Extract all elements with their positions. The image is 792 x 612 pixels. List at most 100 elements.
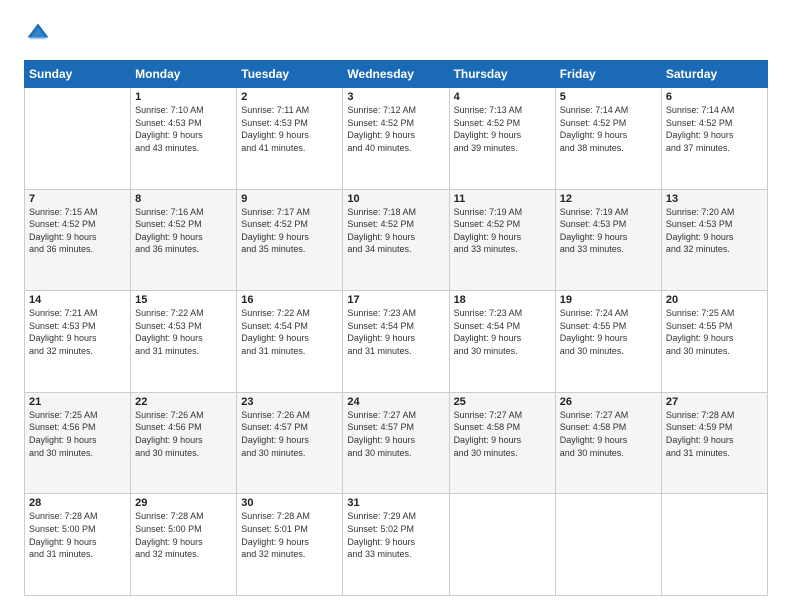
header [24,20,768,48]
calendar-cell: 30Sunrise: 7:28 AM Sunset: 5:01 PM Dayli… [237,494,343,596]
day-info: Sunrise: 7:15 AM Sunset: 4:52 PM Dayligh… [29,206,126,256]
day-info: Sunrise: 7:13 AM Sunset: 4:52 PM Dayligh… [454,104,551,154]
calendar-cell: 22Sunrise: 7:26 AM Sunset: 4:56 PM Dayli… [131,392,237,494]
calendar-cell: 17Sunrise: 7:23 AM Sunset: 4:54 PM Dayli… [343,291,449,393]
day-info: Sunrise: 7:14 AM Sunset: 4:52 PM Dayligh… [666,104,763,154]
calendar-cell: 16Sunrise: 7:22 AM Sunset: 4:54 PM Dayli… [237,291,343,393]
calendar-cell [449,494,555,596]
day-number: 26 [560,396,657,408]
weekday-header: Friday [555,61,661,88]
day-number: 31 [347,497,444,509]
calendar-cell: 27Sunrise: 7:28 AM Sunset: 4:59 PM Dayli… [661,392,767,494]
day-number: 13 [666,193,763,205]
day-info: Sunrise: 7:16 AM Sunset: 4:52 PM Dayligh… [135,206,232,256]
calendar-cell: 12Sunrise: 7:19 AM Sunset: 4:53 PM Dayli… [555,189,661,291]
day-number: 11 [454,193,551,205]
day-number: 29 [135,497,232,509]
weekday-header: Wednesday [343,61,449,88]
calendar-cell: 5Sunrise: 7:14 AM Sunset: 4:52 PM Daylig… [555,88,661,190]
calendar-cell: 23Sunrise: 7:26 AM Sunset: 4:57 PM Dayli… [237,392,343,494]
logo [24,20,56,48]
day-number: 17 [347,294,444,306]
calendar-header-row: SundayMondayTuesdayWednesdayThursdayFrid… [25,61,768,88]
calendar-cell: 24Sunrise: 7:27 AM Sunset: 4:57 PM Dayli… [343,392,449,494]
calendar-cell [661,494,767,596]
day-number: 10 [347,193,444,205]
weekday-header: Thursday [449,61,555,88]
day-info: Sunrise: 7:11 AM Sunset: 4:53 PM Dayligh… [241,104,338,154]
calendar-cell: 26Sunrise: 7:27 AM Sunset: 4:58 PM Dayli… [555,392,661,494]
day-info: Sunrise: 7:29 AM Sunset: 5:02 PM Dayligh… [347,510,444,560]
calendar-cell: 18Sunrise: 7:23 AM Sunset: 4:54 PM Dayli… [449,291,555,393]
weekday-header: Sunday [25,61,131,88]
calendar-cell: 13Sunrise: 7:20 AM Sunset: 4:53 PM Dayli… [661,189,767,291]
day-info: Sunrise: 7:22 AM Sunset: 4:53 PM Dayligh… [135,307,232,357]
day-info: Sunrise: 7:24 AM Sunset: 4:55 PM Dayligh… [560,307,657,357]
day-number: 20 [666,294,763,306]
day-info: Sunrise: 7:18 AM Sunset: 4:52 PM Dayligh… [347,206,444,256]
day-info: Sunrise: 7:23 AM Sunset: 4:54 PM Dayligh… [454,307,551,357]
calendar-week-row: 21Sunrise: 7:25 AM Sunset: 4:56 PM Dayli… [25,392,768,494]
calendar-cell: 20Sunrise: 7:25 AM Sunset: 4:55 PM Dayli… [661,291,767,393]
calendar-cell: 14Sunrise: 7:21 AM Sunset: 4:53 PM Dayli… [25,291,131,393]
calendar-cell: 15Sunrise: 7:22 AM Sunset: 4:53 PM Dayli… [131,291,237,393]
day-info: Sunrise: 7:27 AM Sunset: 4:57 PM Dayligh… [347,409,444,459]
day-number: 15 [135,294,232,306]
calendar-cell: 4Sunrise: 7:13 AM Sunset: 4:52 PM Daylig… [449,88,555,190]
calendar-cell: 28Sunrise: 7:28 AM Sunset: 5:00 PM Dayli… [25,494,131,596]
day-number: 14 [29,294,126,306]
calendar-cell: 6Sunrise: 7:14 AM Sunset: 4:52 PM Daylig… [661,88,767,190]
calendar-week-row: 14Sunrise: 7:21 AM Sunset: 4:53 PM Dayli… [25,291,768,393]
day-info: Sunrise: 7:26 AM Sunset: 4:57 PM Dayligh… [241,409,338,459]
calendar-cell: 21Sunrise: 7:25 AM Sunset: 4:56 PM Dayli… [25,392,131,494]
day-info: Sunrise: 7:25 AM Sunset: 4:56 PM Dayligh… [29,409,126,459]
day-number: 8 [135,193,232,205]
calendar-cell [25,88,131,190]
calendar-cell: 8Sunrise: 7:16 AM Sunset: 4:52 PM Daylig… [131,189,237,291]
day-number: 2 [241,91,338,103]
day-number: 5 [560,91,657,103]
day-number: 6 [666,91,763,103]
calendar-cell: 1Sunrise: 7:10 AM Sunset: 4:53 PM Daylig… [131,88,237,190]
calendar-cell: 9Sunrise: 7:17 AM Sunset: 4:52 PM Daylig… [237,189,343,291]
day-info: Sunrise: 7:27 AM Sunset: 4:58 PM Dayligh… [454,409,551,459]
calendar-table: SundayMondayTuesdayWednesdayThursdayFrid… [24,60,768,596]
day-number: 27 [666,396,763,408]
day-info: Sunrise: 7:14 AM Sunset: 4:52 PM Dayligh… [560,104,657,154]
day-info: Sunrise: 7:28 AM Sunset: 5:00 PM Dayligh… [29,510,126,560]
calendar-cell: 2Sunrise: 7:11 AM Sunset: 4:53 PM Daylig… [237,88,343,190]
day-info: Sunrise: 7:10 AM Sunset: 4:53 PM Dayligh… [135,104,232,154]
calendar-cell: 19Sunrise: 7:24 AM Sunset: 4:55 PM Dayli… [555,291,661,393]
day-info: Sunrise: 7:25 AM Sunset: 4:55 PM Dayligh… [666,307,763,357]
day-number: 12 [560,193,657,205]
day-info: Sunrise: 7:17 AM Sunset: 4:52 PM Dayligh… [241,206,338,256]
day-info: Sunrise: 7:19 AM Sunset: 4:52 PM Dayligh… [454,206,551,256]
day-info: Sunrise: 7:19 AM Sunset: 4:53 PM Dayligh… [560,206,657,256]
day-info: Sunrise: 7:20 AM Sunset: 4:53 PM Dayligh… [666,206,763,256]
day-number: 7 [29,193,126,205]
day-info: Sunrise: 7:28 AM Sunset: 5:01 PM Dayligh… [241,510,338,560]
calendar-week-row: 7Sunrise: 7:15 AM Sunset: 4:52 PM Daylig… [25,189,768,291]
day-info: Sunrise: 7:28 AM Sunset: 4:59 PM Dayligh… [666,409,763,459]
day-number: 22 [135,396,232,408]
page: SundayMondayTuesdayWednesdayThursdayFrid… [0,0,792,612]
day-info: Sunrise: 7:12 AM Sunset: 4:52 PM Dayligh… [347,104,444,154]
calendar-week-row: 28Sunrise: 7:28 AM Sunset: 5:00 PM Dayli… [25,494,768,596]
day-number: 3 [347,91,444,103]
calendar-week-row: 1Sunrise: 7:10 AM Sunset: 4:53 PM Daylig… [25,88,768,190]
day-number: 19 [560,294,657,306]
calendar-cell: 7Sunrise: 7:15 AM Sunset: 4:52 PM Daylig… [25,189,131,291]
day-number: 23 [241,396,338,408]
day-info: Sunrise: 7:23 AM Sunset: 4:54 PM Dayligh… [347,307,444,357]
calendar-cell [555,494,661,596]
calendar-cell: 3Sunrise: 7:12 AM Sunset: 4:52 PM Daylig… [343,88,449,190]
day-info: Sunrise: 7:22 AM Sunset: 4:54 PM Dayligh… [241,307,338,357]
calendar-cell: 29Sunrise: 7:28 AM Sunset: 5:00 PM Dayli… [131,494,237,596]
calendar-cell: 10Sunrise: 7:18 AM Sunset: 4:52 PM Dayli… [343,189,449,291]
day-number: 4 [454,91,551,103]
weekday-header: Monday [131,61,237,88]
day-number: 30 [241,497,338,509]
day-number: 1 [135,91,232,103]
day-number: 18 [454,294,551,306]
calendar-cell: 31Sunrise: 7:29 AM Sunset: 5:02 PM Dayli… [343,494,449,596]
